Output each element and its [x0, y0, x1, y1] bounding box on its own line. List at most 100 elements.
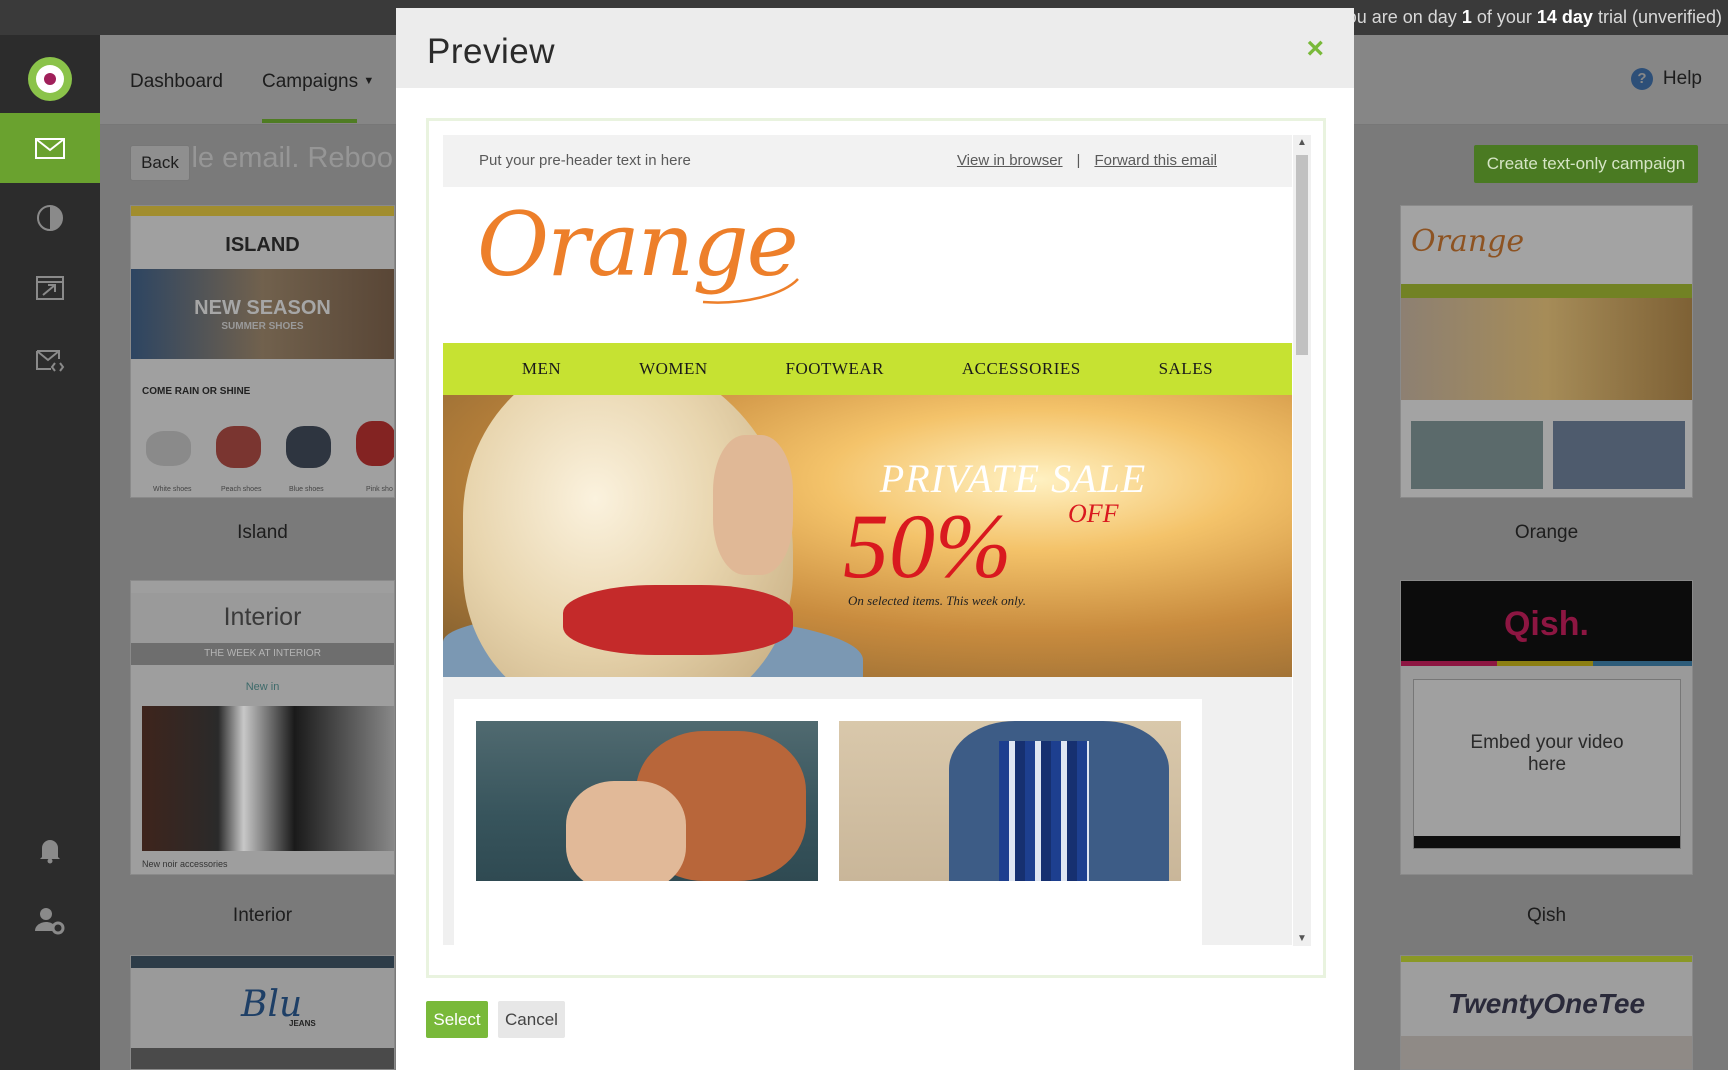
shoe-image	[216, 426, 261, 468]
email-logo-area: Orange	[443, 187, 1292, 343]
template-card-blu[interactable]: Blu JEANS	[130, 955, 395, 1070]
help-icon: ?	[1630, 68, 1653, 90]
trial-text-prefix: ou are on day	[1346, 7, 1457, 27]
trial-length: 14 day	[1536, 7, 1593, 27]
email-gallery	[454, 699, 1202, 945]
autoresponder-icon	[36, 276, 64, 300]
trial-text-mid: of your	[1476, 7, 1532, 27]
orange-thumb-hero	[1401, 298, 1692, 400]
preview-modal: Preview × Put your pre-header text in he…	[396, 8, 1354, 1070]
modal-header: Preview ×	[396, 8, 1354, 88]
template-card-island[interactable]: ISLAND NEW SEASON SUMMER SHOES COME RAIN…	[130, 205, 395, 498]
gallery-photo-woman	[476, 721, 818, 881]
shoe-caption: White shoes	[153, 486, 192, 493]
shoe-caption: Blue shoes	[289, 486, 324, 493]
pre-header-links: View in browser | Forward this email	[957, 152, 1217, 169]
template-label-qish: Qish	[1526, 905, 1567, 926]
select-button[interactable]: Select	[426, 1001, 488, 1038]
email-menu-bar: MEN WOMEN FOOTWEAR ACCESSORIES SALES	[443, 343, 1292, 395]
template-card-orange[interactable]: Orange	[1400, 205, 1693, 498]
user-settings-icon	[34, 908, 65, 935]
qish-video-text: Embed your video here	[1470, 732, 1624, 775]
page-title: ile email. Reboo	[185, 142, 393, 174]
email-menu-sales[interactable]: SALES	[1159, 359, 1213, 379]
sidebar-item-autoresponders[interactable]	[0, 253, 100, 323]
trial-notice: ou are on day 1 of your 14 day trial (un…	[1347, 7, 1722, 28]
help-label: Help	[1662, 68, 1702, 89]
qish-video-placeholder: Embed your video here	[1413, 679, 1681, 849]
sidebar	[0, 35, 100, 1070]
email-preview-content[interactable]: Put your pre-header text in here View in…	[443, 135, 1292, 945]
island-banner-text: NEW SEASON	[194, 297, 331, 319]
hero-scarf-shape	[563, 585, 793, 655]
shoe-caption: Pink sho	[366, 486, 393, 493]
sidebar-item-account-settings[interactable]	[0, 885, 100, 955]
island-banner-image: NEW SEASON SUMMER SHOES	[131, 269, 394, 359]
shoe-image	[286, 426, 331, 468]
back-button[interactable]: Back	[130, 145, 190, 181]
interior-image	[142, 706, 394, 851]
email-code-icon	[36, 350, 65, 372]
email-menu-women[interactable]: WOMEN	[639, 359, 708, 379]
template-card-qish[interactable]: Qish. Embed your video here	[1400, 580, 1693, 875]
modal-title: Preview	[427, 32, 555, 71]
email-menu-men[interactable]: MEN	[522, 359, 561, 379]
pie-chart-icon	[37, 205, 63, 231]
app-logo[interactable]	[28, 57, 72, 101]
interior-title: Interior	[223, 603, 302, 631]
preview-scrollbar[interactable]: ▲ ▼	[1293, 135, 1311, 946]
sidebar-item-notifications[interactable]	[0, 815, 100, 885]
interior-subtitle: THE WEEK AT INTERIOR	[131, 643, 394, 665]
hero-percent: 50%	[843, 495, 1012, 597]
gallery-photo-jacket	[839, 721, 1181, 881]
nav-campaigns[interactable]: Campaigns ▼	[262, 71, 374, 93]
orange-thumb-photo	[1553, 421, 1685, 489]
email-menu-footwear[interactable]: FOOTWEAR	[786, 359, 884, 379]
template-label-orange: Orange	[1514, 522, 1579, 543]
shoe-image	[356, 421, 394, 466]
sidebar-item-campaigns[interactable]	[0, 113, 100, 183]
help-link[interactable]: ? Help	[1630, 68, 1702, 90]
email-pre-header: Put your pre-header text in here View in…	[443, 135, 1292, 187]
template-card-interior[interactable]: Interior THE WEEK AT INTERIOR New in New…	[130, 580, 395, 875]
scroll-up-icon[interactable]: ▲	[1297, 137, 1307, 148]
interior-section: New in	[245, 681, 280, 693]
envelope-icon	[35, 138, 65, 159]
scrollbar-thumb[interactable]	[1296, 155, 1308, 355]
pre-header-text: Put your pre-header text in here	[479, 152, 691, 169]
create-text-only-campaign-button[interactable]: Create text-only campaign	[1474, 145, 1698, 183]
qish-logo: Qish.	[1503, 605, 1590, 643]
trial-text-suffix: trial (unverified)	[1597, 7, 1722, 27]
email-preview-frame: Put your pre-header text in here View in…	[426, 118, 1326, 978]
email-menu-accessories[interactable]: ACCESSORIES	[962, 359, 1081, 379]
logo-swash-decoration	[702, 278, 799, 304]
chevron-down-icon: ▼	[363, 75, 375, 87]
scroll-down-icon[interactable]: ▼	[1297, 933, 1307, 944]
link-separator: |	[1076, 152, 1081, 169]
close-icon[interactable]: ×	[1306, 34, 1324, 64]
orange-thumb-photo	[1411, 421, 1543, 489]
interior-caption: New noir accessories	[142, 859, 228, 869]
sidebar-item-templates[interactable]	[0, 325, 100, 395]
trial-day: 1	[1461, 7, 1472, 27]
island-section-title: COME RAIN OR SHINE	[142, 386, 251, 397]
twentyonetee-logo: TwentyOneTee	[1447, 988, 1646, 1019]
hero-subtitle: On selected items. This week only.	[848, 593, 1026, 608]
forward-email-link[interactable]: Forward this email	[1094, 152, 1217, 169]
shoe-caption: Peach shoes	[221, 486, 262, 493]
nav-active-indicator	[262, 119, 357, 123]
template-label-island: Island	[237, 522, 288, 543]
island-title: ISLAND	[225, 234, 300, 256]
hero-off: OFF	[1068, 499, 1119, 528]
email-hero-banner: PRIVATE SALE 50% OFF On selected items. …	[443, 395, 1292, 677]
nav-dashboard[interactable]: Dashboard	[130, 71, 223, 93]
island-banner-subtext: SUMMER SHOES	[221, 321, 304, 332]
sidebar-item-reports[interactable]	[0, 183, 100, 253]
blu-sub: JEANS	[289, 1019, 316, 1028]
template-label-interior: Interior	[232, 905, 293, 926]
view-in-browser-link[interactable]: View in browser	[957, 152, 1063, 169]
nav-campaigns-label: Campaigns	[262, 71, 359, 92]
template-card-twentyonetee[interactable]: TwentyOneTee	[1400, 955, 1693, 1070]
orange-thumb-logo: Orange	[1411, 224, 1525, 259]
cancel-button[interactable]: Cancel	[498, 1001, 565, 1038]
